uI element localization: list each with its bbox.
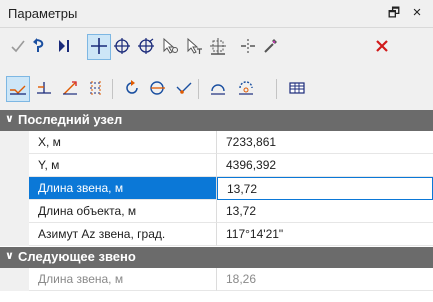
property-name: Длина звена, м [29, 177, 217, 200]
arc-circle-button[interactable] [145, 76, 169, 102]
row-margin [0, 268, 29, 291]
float-window-button[interactable]: 🗗 [385, 4, 403, 22]
snap-line-button[interactable] [6, 76, 30, 102]
arc-measure-button[interactable] [206, 76, 230, 102]
pointer-t-button[interactable] [182, 34, 206, 60]
checkmark-button[interactable] [6, 34, 30, 60]
toolbar-separator [112, 79, 113, 99]
checkmark-icon [8, 36, 28, 59]
arc-measure-icon [208, 78, 228, 101]
split-icon [238, 36, 258, 59]
circle-cross-icon [112, 36, 132, 59]
target-line-button[interactable] [206, 34, 230, 60]
edit-toolbar [0, 28, 433, 66]
row-margin [0, 177, 29, 200]
panel-title: Параметры [8, 6, 78, 21]
snap-arrow-button[interactable] [58, 76, 82, 102]
group-header-last-node[interactable]: ∨ Последний узел [0, 110, 433, 131]
snap-vertex-button[interactable] [172, 76, 196, 102]
undo-arrow-icon [30, 36, 50, 59]
snap-grid-icon [86, 78, 106, 101]
group-title: Следующее звено [18, 249, 136, 264]
toolbar-separator [276, 79, 277, 99]
undo-arrow-button[interactable] [28, 34, 52, 60]
pointer-snap-icon [160, 36, 180, 59]
table-button[interactable] [285, 76, 309, 102]
property-name: Y, м [29, 154, 217, 177]
circle-cross-arrow-button[interactable] [134, 34, 158, 60]
group-title: Последний узел [18, 112, 123, 127]
property-name: Азимут Az звена, град. [29, 223, 217, 246]
eyedropper-button[interactable] [258, 34, 282, 60]
snap-arrow-icon [60, 78, 80, 101]
property-row-segment-length[interactable]: Длина звена, м 13,72 [0, 177, 433, 200]
property-value[interactable]: 13,72 [217, 200, 433, 223]
snap-perpendicular-button[interactable] [32, 76, 56, 102]
arc-rotate-icon [122, 78, 142, 101]
property-name: X, м [29, 131, 217, 154]
property-row-object-length[interactable]: Длина объекта, м 13,72 [0, 200, 433, 223]
target-line-icon [208, 36, 228, 59]
property-value: 18,26 [217, 268, 433, 291]
snap-grid-button[interactable] [84, 76, 108, 102]
snap-perpendicular-icon [34, 78, 54, 101]
toolbar-separator [198, 79, 199, 99]
arc-circle-icon [147, 78, 167, 101]
eyedropper-icon [260, 36, 280, 59]
row-margin [0, 200, 29, 223]
property-name: Длина звена, м [29, 268, 217, 291]
property-row-azimuth[interactable]: Азимут Az звена, град. 117°14'21" [0, 223, 433, 246]
delete-x-icon [372, 36, 392, 59]
delete-x-button[interactable] [370, 34, 394, 60]
snap-toolbar [0, 70, 433, 108]
split-button[interactable] [236, 34, 260, 60]
circle-cross-button[interactable] [110, 34, 134, 60]
property-value[interactable]: 4396,392 [217, 154, 433, 177]
cursor-i-button[interactable] [52, 34, 76, 60]
property-grid: ∨ Последний узел X, м 7233,861 Y, м 4396… [0, 110, 433, 302]
row-margin [0, 154, 29, 177]
panel-titlebar: Параметры 🗗 × [0, 0, 433, 28]
property-row-y[interactable]: Y, м 4396,392 [0, 154, 433, 177]
property-row-x[interactable]: X, м 7233,861 [0, 131, 433, 154]
pointer-t-icon [184, 36, 204, 59]
table-icon [287, 78, 307, 101]
crosshair-button[interactable] [87, 34, 111, 60]
property-value-editor[interactable]: 13,72 [217, 177, 433, 200]
arc-center-icon [236, 78, 256, 101]
circle-cross-arrow-icon [136, 36, 156, 59]
cursor-i-icon [54, 36, 74, 59]
arc-center-button[interactable] [234, 76, 258, 102]
snap-line-icon [8, 78, 28, 101]
property-value[interactable]: 117°14'21" [217, 223, 433, 246]
property-row-next-segment-length[interactable]: Длина звена, м 18,26 [0, 268, 433, 291]
close-panel-button[interactable]: × [408, 4, 426, 22]
chevron-down-icon: ∨ [5, 113, 14, 125]
pointer-snap-button[interactable] [158, 34, 182, 60]
parameters-panel: Параметры 🗗 × ∨ Последний узел X, м 7233… [0, 0, 433, 302]
arc-rotate-button[interactable] [120, 76, 144, 102]
property-name: Длина объекта, м [29, 200, 217, 223]
row-margin [0, 131, 29, 154]
row-margin [0, 223, 29, 246]
crosshair-icon [89, 36, 109, 59]
property-value[interactable]: 7233,861 [217, 131, 433, 154]
group-header-next-segment[interactable]: ∨ Следующее звено [0, 247, 433, 268]
chevron-down-icon: ∨ [5, 250, 14, 262]
snap-vertex-icon [174, 78, 194, 101]
